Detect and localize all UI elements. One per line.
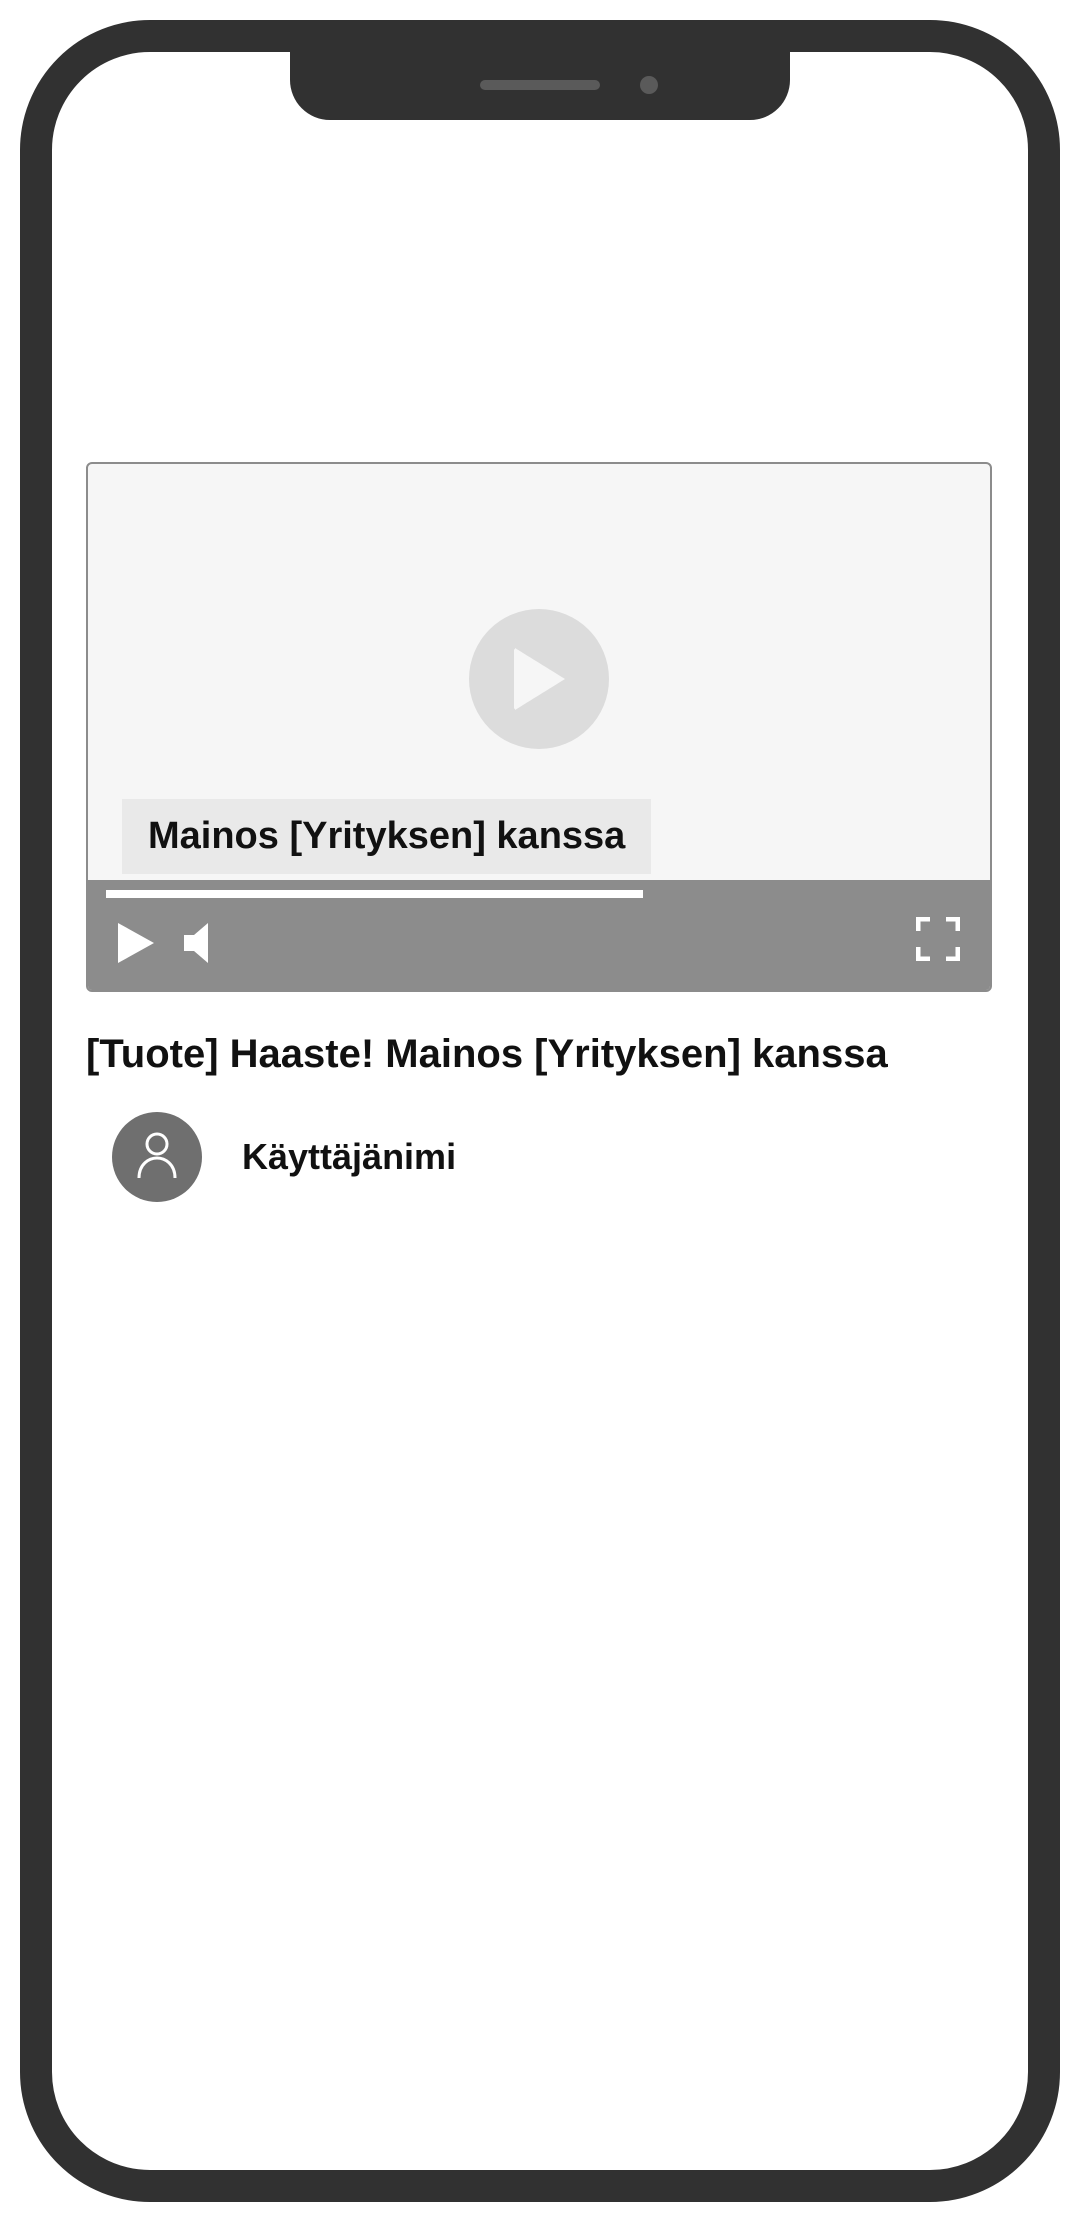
video-player: Mainos [Yrityksen] kanssa [86,462,992,992]
volume-button[interactable] [184,923,220,966]
fullscreen-button[interactable] [916,917,960,964]
play-overlay-button[interactable] [469,609,609,749]
video-area[interactable]: Mainos [Yrityksen] kanssa [88,464,990,884]
avatar[interactable] [112,1112,202,1202]
phone-frame: Mainos [Yrityksen] kanssa [20,20,1060,2202]
fullscreen-icon [916,949,960,964]
play-icon [118,951,154,966]
channel-username[interactable]: Käyttäjänimi [242,1136,456,1178]
progress-bar[interactable] [106,890,972,898]
progress-fill [106,890,643,898]
channel-row[interactable]: Käyttäjänimi [112,1112,456,1202]
ad-label: Mainos [Yrityksen] kanssa [122,799,651,874]
play-icon [509,644,569,714]
volume-icon [184,951,220,966]
video-controls-bar [88,880,990,990]
video-title: [Tuote] Haaste! Mainos [Yrityksen] kanss… [86,1032,992,1077]
screen: Mainos [Yrityksen] kanssa [52,52,1028,2170]
user-icon [135,1130,179,1185]
play-button[interactable] [118,923,154,966]
